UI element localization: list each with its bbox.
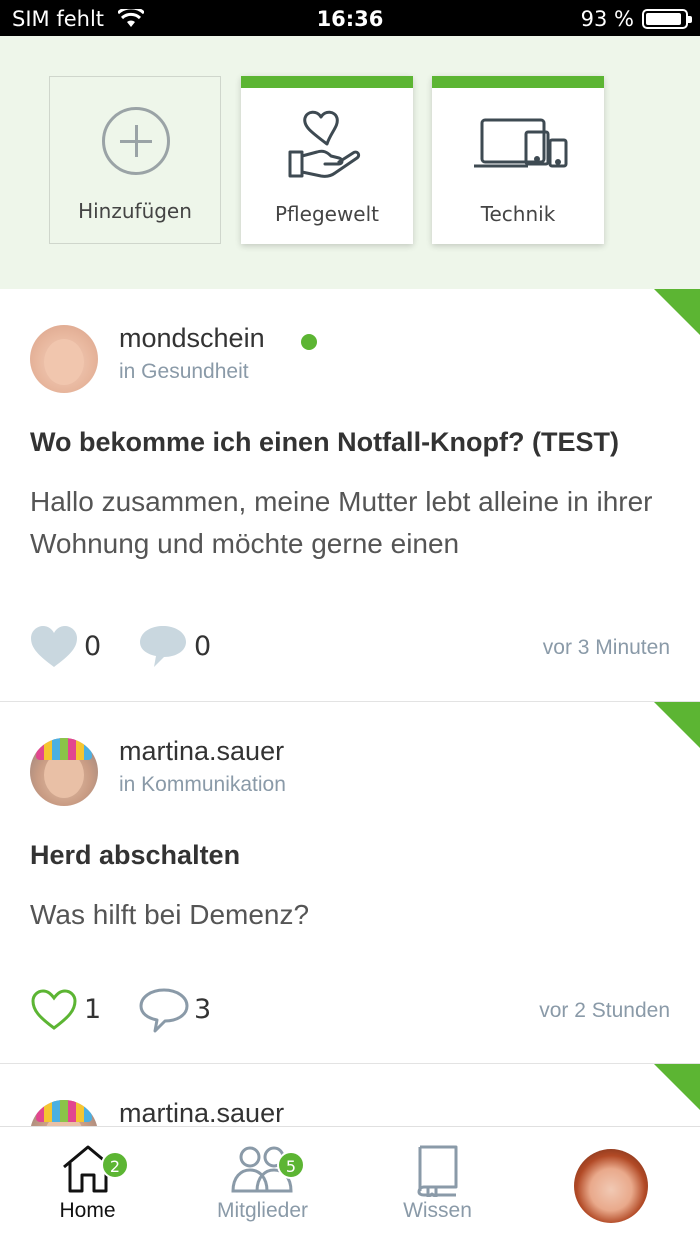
tab-home[interactable]: 2 Home <box>0 1127 175 1245</box>
category-label: Technik <box>480 202 556 226</box>
post-body: Hallo zusammen, meine Mutter lebt allein… <box>30 486 653 559</box>
post-feed: mondschein in Gesundheit Wo bekomme ich … <box>0 289 700 1144</box>
tab-wissen[interactable]: Wissen <box>350 1127 525 1245</box>
comment-count: 3 <box>194 994 212 1025</box>
comment-icon[interactable] <box>138 987 190 1039</box>
category-strip: Hinzufügen Pflegewelt Technik <box>0 36 700 289</box>
new-post-marker <box>654 289 700 335</box>
avatar[interactable] <box>30 738 98 806</box>
tab-members[interactable]: 5 Mitglieder <box>175 1127 350 1245</box>
add-category-label: Hinzufügen <box>78 199 192 223</box>
category-tile-pflegewelt[interactable]: Pflegewelt <box>241 76 413 244</box>
profile-avatar[interactable] <box>574 1149 648 1223</box>
post-group[interactable]: in Kommunikation <box>119 773 286 797</box>
comment-count: 0 <box>194 631 212 662</box>
notification-badge: 5 <box>277 1151 305 1179</box>
battery-percent: 93 % <box>580 7 634 31</box>
avatar[interactable] <box>30 325 98 393</box>
post-body: Was hilft bei Demenz? <box>30 899 310 930</box>
post-title: Herd abschalten <box>30 840 241 870</box>
comment-icon[interactable] <box>138 624 188 674</box>
post-actions: 0 0 vor 3 Minuten <box>30 622 670 672</box>
post-actions: 1 3 vor 2 Stunden <box>30 985 670 1035</box>
plus-circle-icon <box>102 107 170 175</box>
tab-label: Mitglieder <box>216 1199 309 1222</box>
heart-hand-icon <box>287 110 367 188</box>
heart-icon[interactable] <box>30 989 78 1035</box>
tab-label: Home <box>59 1199 116 1222</box>
post-time: vor 3 Minuten <box>542 636 670 659</box>
post-author[interactable]: martina.sauer <box>119 736 284 767</box>
like-count: 1 <box>84 994 102 1025</box>
book-icon <box>414 1145 460 1201</box>
post-author[interactable]: mondschein <box>119 323 265 354</box>
category-label: Pflegewelt <box>274 202 380 226</box>
category-tile-technik[interactable]: Technik <box>432 76 604 244</box>
online-status-dot <box>301 334 317 350</box>
post-group[interactable]: in Gesundheit <box>119 360 249 384</box>
new-post-marker <box>654 702 700 748</box>
status-bar: SIM fehlt 16:36 93 % <box>0 0 700 36</box>
devices-icon <box>472 110 570 188</box>
post-author[interactable]: martina.sauer <box>119 1098 284 1129</box>
post-time: vor 2 Stunden <box>539 999 670 1022</box>
tab-label: Wissen <box>403 1199 472 1222</box>
post-card[interactable]: mondschein in Gesundheit Wo bekomme ich … <box>0 289 700 702</box>
add-category-button[interactable]: Hinzufügen <box>49 76 221 244</box>
post-title: Wo bekomme ich einen Notfall-Knopf? (TES… <box>30 427 620 457</box>
notification-badge: 2 <box>101 1151 129 1179</box>
heart-icon[interactable] <box>30 626 78 672</box>
new-post-marker <box>654 1064 700 1110</box>
post-card[interactable]: martina.sauer in Kommunikation Herd absc… <box>0 702 700 1064</box>
tab-bar: 2 Home 5 Mitglieder Wissen <box>0 1126 700 1244</box>
like-count: 0 <box>84 631 102 662</box>
battery-icon <box>642 9 692 29</box>
